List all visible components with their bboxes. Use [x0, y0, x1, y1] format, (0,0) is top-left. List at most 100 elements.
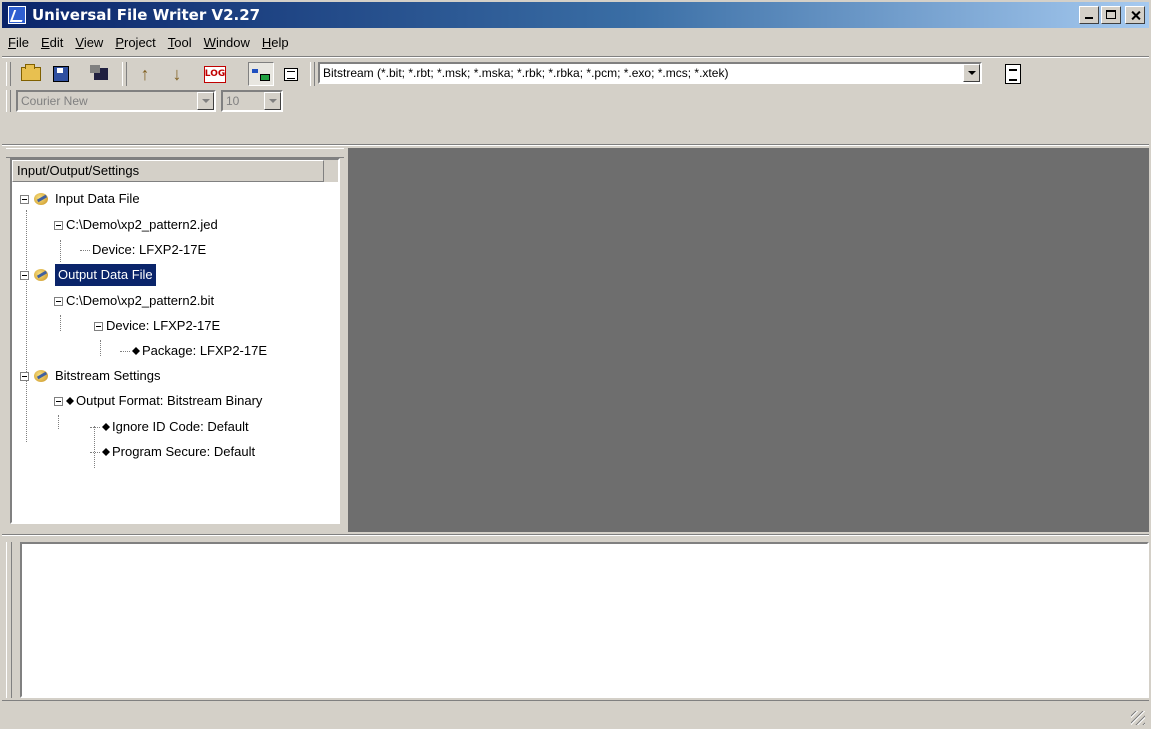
menu-help[interactable]: Help	[256, 35, 295, 50]
main-window: Universal File Writer V2.27 File Edit Vi…	[0, 0, 1151, 729]
data-file-icon	[32, 267, 52, 283]
toolbar: ↑ ↓ LOG Bitstream (*.bit; *.rbt; *.msk; …	[2, 58, 1149, 112]
menu-project[interactable]: Project	[109, 35, 161, 50]
menu-edit-rest: dit	[49, 34, 64, 50]
tree-node-output-device[interactable]: Device: LFXP2-17E	[94, 315, 220, 337]
mdi-client-area	[348, 148, 1149, 532]
tree-line	[60, 315, 61, 331]
list-view-button[interactable]	[278, 62, 304, 86]
save-icon	[53, 66, 69, 82]
minimize-button[interactable]	[1079, 6, 1099, 24]
copy-button[interactable]	[88, 62, 114, 86]
tree-pane-grip[interactable]	[6, 148, 344, 158]
tree-pane: Input/Output/Settings Input Data File C:…	[10, 158, 340, 524]
menu-file[interactable]: File	[2, 35, 35, 50]
font-name-value: Courier New	[21, 94, 88, 108]
tree-connector	[90, 451, 100, 453]
collapse-icon[interactable]	[54, 296, 63, 306]
toolbar-grip[interactable]	[6, 62, 11, 86]
tree-label: C:\Demo\xp2_pattern2.bit	[66, 293, 215, 308]
menu-help-rest: elp	[271, 34, 289, 50]
font-name-dropdown-button[interactable]	[197, 92, 214, 110]
file-type-properties-button[interactable]	[1000, 62, 1026, 86]
status-bar	[2, 700, 1149, 728]
collapse-icon[interactable]	[20, 194, 29, 204]
tree-node-bitstream-settings[interactable]: Bitstream Settings	[20, 365, 161, 387]
arrow-down-icon: ↓	[172, 64, 182, 84]
tree-node-output-package[interactable]: Package: LFXP2-17E	[120, 340, 267, 362]
toolbar-grip-2[interactable]	[310, 62, 315, 86]
menu-tool-rest: ool	[174, 34, 192, 50]
settings-icon	[32, 368, 52, 384]
document-icon	[1005, 64, 1021, 84]
title-bar: Universal File Writer V2.27	[2, 2, 1149, 28]
file-type-dropdown-button[interactable]	[963, 64, 980, 82]
data-file-icon	[32, 191, 52, 207]
tree-node-input-device[interactable]: Device: LFXP2-17E	[80, 239, 206, 261]
tree-node-input-data-file[interactable]: Input Data File	[20, 188, 140, 210]
menu-window-rest: indow	[215, 34, 250, 50]
menu-help-mnemonic: H	[261, 34, 272, 50]
collapse-icon[interactable]	[94, 321, 103, 331]
tree-node-ignore-id-code[interactable]: Ignore ID Code: Default	[90, 416, 249, 438]
menu-window[interactable]: Window	[198, 35, 256, 50]
toolbar-separator-line	[2, 144, 1149, 146]
font-size-dropdown-button[interactable]	[264, 92, 281, 110]
close-button[interactable]	[1125, 6, 1145, 24]
file-type-select[interactable]: Bitstream (*.bit; *.rbt; *.msk; *.mska; …	[318, 62, 982, 84]
output-log-pane[interactable]	[20, 542, 1149, 698]
font-size-select[interactable]: 10	[221, 90, 283, 112]
menu-project-mnemonic: P	[115, 34, 124, 50]
collapse-icon[interactable]	[20, 270, 29, 280]
open-button[interactable]	[18, 62, 44, 86]
setting-arrow-icon	[102, 448, 110, 456]
tree-column-header[interactable]: Input/Output/Settings	[12, 160, 324, 182]
file-type-value: Bitstream (*.bit; *.rbt; *.msk; *.mska; …	[323, 66, 729, 80]
app-icon[interactable]	[8, 6, 26, 24]
save-button[interactable]	[48, 62, 74, 86]
font-size-value: 10	[226, 94, 240, 108]
log-button[interactable]: LOG	[202, 62, 228, 86]
tree-node-output-path[interactable]: C:\Demo\xp2_pattern2.bit	[54, 290, 214, 312]
collapse-icon[interactable]	[54, 396, 63, 406]
tree-label: Output Format: Bitstream Binary	[76, 393, 263, 408]
output-pane-grip[interactable]	[6, 542, 12, 698]
resize-grip-icon[interactable]	[1131, 711, 1145, 725]
tree-node-output-format[interactable]: Output Format: Bitstream Binary	[54, 390, 262, 412]
menu-tool[interactable]: Tool	[162, 35, 198, 50]
tree-node-input-path[interactable]: C:\Demo\xp2_pattern2.jed	[54, 214, 218, 236]
tree-header-filler	[324, 160, 338, 182]
maximize-button[interactable]	[1101, 6, 1121, 24]
collapse-icon[interactable]	[54, 220, 63, 230]
setting-arrow-icon	[66, 397, 74, 405]
pane-splitter[interactable]	[2, 534, 1149, 536]
menu-window-mnemonic: W	[203, 34, 216, 50]
tree-line	[100, 340, 101, 356]
tree-connector	[90, 426, 100, 428]
tree-label: Package: LFXP2-17E	[142, 343, 268, 358]
menu-edit[interactable]: Edit	[35, 35, 69, 50]
tree-label: Input Data File	[55, 191, 140, 206]
menu-view[interactable]: View	[69, 35, 109, 50]
tree-view-icon	[252, 67, 270, 81]
tree-view-button[interactable]	[248, 62, 274, 86]
tree-connector	[120, 350, 130, 352]
tree-node-program-secure[interactable]: Program Secure: Default	[90, 441, 255, 463]
menu-view-mnemonic: V	[75, 34, 84, 50]
tree-connector	[80, 249, 90, 251]
tree-label: Device: LFXP2-17E	[92, 242, 207, 257]
window-title: Universal File Writer V2.27	[32, 6, 261, 24]
menu-project-rest: roject	[124, 34, 156, 50]
font-name-select[interactable]: Courier New	[16, 90, 216, 112]
menu-file-rest: ile	[15, 34, 29, 50]
move-down-button[interactable]: ↓	[164, 62, 190, 86]
move-up-button[interactable]: ↑	[132, 62, 158, 86]
tree-label: Ignore ID Code: Default	[112, 419, 249, 434]
tree-node-output-data-file[interactable]: Output Data File	[20, 263, 157, 287]
tree-label: Device: LFXP2-17E	[106, 318, 221, 333]
list-view-icon	[284, 67, 298, 81]
menu-bar: File Edit View Project Tool Window Help	[2, 30, 1149, 54]
log-icon: LOG	[204, 65, 226, 83]
collapse-icon[interactable]	[20, 371, 29, 381]
font-toolbar-grip[interactable]	[6, 90, 11, 112]
